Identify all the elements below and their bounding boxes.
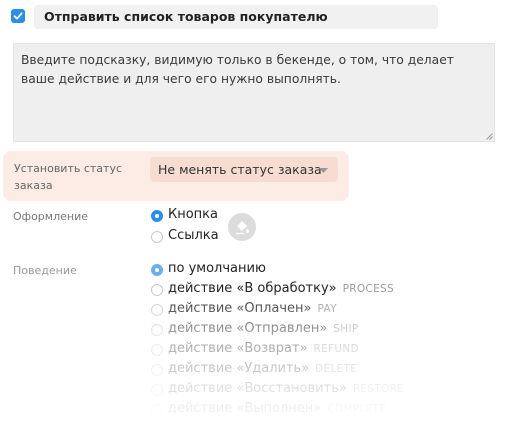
behavior-option-code: PROCESS xyxy=(342,283,394,295)
behavior-option-label: действие «Отправлен» xyxy=(168,321,328,336)
behavior-radio-process[interactable] xyxy=(151,284,163,296)
button-color-picker[interactable] xyxy=(228,213,256,241)
behavior-option-ship[interactable]: действие «Отправлен» SHIP xyxy=(168,321,359,336)
behavior-radio-ship[interactable] xyxy=(151,324,163,336)
behavior-radio-default[interactable] xyxy=(151,264,163,276)
behavior-option-complete[interactable]: действие «Выполнен» COMPLETE xyxy=(168,401,386,416)
behavior-radio-pay[interactable] xyxy=(151,304,163,316)
send-products-checkbox[interactable] xyxy=(11,9,25,23)
behavior-option-refund[interactable]: действие «Возврат» REFUND xyxy=(168,341,359,356)
behavior-option-label: действие «Выполнен» xyxy=(168,401,322,416)
behavior-option-label: действие «Оплачен» xyxy=(168,301,312,316)
behavior-radio-restore[interactable] xyxy=(151,384,163,396)
behavior-radio-complete[interactable] xyxy=(151,404,163,416)
hint-text: Введите подсказку, видимую только в беке… xyxy=(21,53,454,86)
checkmark-icon xyxy=(13,12,23,20)
order-status-selected: Не менять статус заказа xyxy=(158,162,322,177)
behavior-option-pay[interactable]: действие «Оплачен» PAY xyxy=(168,301,337,316)
behavior-option-code: RESTORE xyxy=(352,383,405,395)
appearance-radio-link[interactable] xyxy=(151,231,163,243)
hint-textarea[interactable]: Введите подсказку, видимую только в беке… xyxy=(13,43,495,142)
behavior-option-delete[interactable]: действие «Удалить» DELETE xyxy=(168,361,357,376)
behavior-option-default[interactable]: по умолчанию xyxy=(168,261,266,276)
behavior-option-process[interactable]: действие «В обработку» PROCESS xyxy=(168,281,394,296)
behavior-option-code: SHIP xyxy=(333,323,359,335)
behavior-option-code: COMPLETE xyxy=(327,403,387,415)
behavior-option-code: REFUND xyxy=(313,343,359,355)
paint-bucket-icon xyxy=(236,221,249,235)
order-status-label: Установить статус заказа xyxy=(14,162,123,192)
action-title: Отправить список товаров покупателю xyxy=(44,9,328,24)
behavior-radio-delete[interactable] xyxy=(151,364,163,376)
behavior-option-restore[interactable]: действие «Восстановить» RESTORE xyxy=(168,381,404,396)
behavior-radio-refund[interactable] xyxy=(151,344,163,356)
appearance-option-button[interactable]: Кнопка xyxy=(168,207,218,222)
order-status-select[interactable]: Не менять статус заказа xyxy=(150,157,338,182)
appearance-option-link[interactable]: Ссылка xyxy=(168,228,219,243)
chevron-down-icon xyxy=(319,168,328,173)
behavior-option-code: PAY xyxy=(317,303,337,315)
behavior-option-label: действие «Удалить» xyxy=(168,361,310,376)
behavior-option-label: действие «Возврат» xyxy=(168,341,308,356)
behavior-option-label: по умолчанию xyxy=(168,261,266,276)
behavior-option-label: действие «Восстановить» xyxy=(168,381,347,396)
resize-grip-icon[interactable] xyxy=(486,133,493,140)
behavior-option-code: DELETE xyxy=(315,363,358,375)
behavior-option-label: действие «В обработку» xyxy=(168,281,337,296)
appearance-label: Оформление xyxy=(13,210,88,223)
behavior-label: Поведение xyxy=(13,264,77,277)
appearance-radio-button[interactable] xyxy=(151,210,163,222)
